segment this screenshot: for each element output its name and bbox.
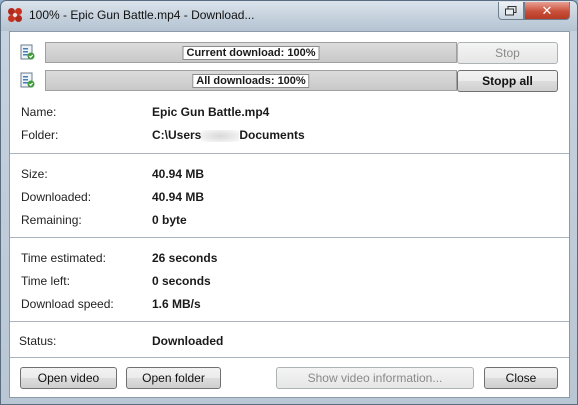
downloaded-label: Downloaded: — [21, 190, 92, 204]
open-folder-button[interactable]: Open folder — [126, 367, 221, 389]
stop-button[interactable]: Stop — [457, 42, 558, 64]
show-video-information-button[interactable]: Show video information... — [276, 367, 474, 389]
time-estimated-value: 26 seconds — [152, 251, 218, 265]
app-logo-icon — [8, 8, 22, 22]
download-speed-label: Download speed: — [21, 297, 114, 311]
current-download-progress: Current download: 100% — [45, 42, 457, 63]
downloaded-value: 40.94 MB — [152, 190, 205, 204]
name-value: Epic Gun Battle.mp4 — [152, 105, 270, 119]
size-value: 40.94 MB — [152, 167, 205, 181]
separator — [10, 237, 569, 238]
stop-all-button[interactable]: Stopp all — [457, 70, 558, 92]
all-downloads-progress: All downloads: 100% — [45, 70, 457, 91]
open-video-button[interactable]: Open video — [20, 367, 117, 389]
restore-window-icon — [505, 5, 517, 15]
folder-path-prefix: C:\Users — [152, 128, 202, 142]
status-label: Status: — [19, 334, 57, 348]
time-estimated-label: Time estimated: — [21, 251, 106, 265]
name-label: Name: — [21, 105, 57, 119]
folder-value: C:\Users Documents — [152, 128, 305, 142]
close-window-button[interactable]: ✕ — [524, 2, 570, 20]
time-left-label: Time left: — [21, 274, 70, 288]
separator — [10, 321, 569, 322]
all-downloads-label: All downloads: 100% — [192, 74, 310, 88]
redacted-username — [201, 129, 240, 142]
size-label: Size: — [21, 167, 48, 181]
download-file-icon — [20, 44, 35, 60]
folder-path-suffix: Documents — [239, 128, 305, 142]
remaining-label: Remaining: — [21, 213, 82, 227]
remaining-value: 0 byte — [152, 213, 187, 227]
download-file-icon — [20, 72, 35, 88]
close-button[interactable]: Close — [484, 367, 558, 389]
separator — [10, 153, 569, 154]
restore-window-button[interactable] — [498, 2, 524, 20]
title-bar[interactable]: 100% - Epic Gun Battle.mp4 - Download...… — [1, 1, 577, 31]
download-window: 100% - Epic Gun Battle.mp4 - Download...… — [0, 0, 578, 405]
close-icon: ✕ — [541, 2, 553, 18]
folder-label: Folder: — [21, 128, 59, 142]
current-download-label: Current download: 100% — [182, 46, 320, 60]
download-panel: Current download: 100% Stop All download… — [9, 31, 570, 398]
separator — [10, 357, 569, 358]
download-speed-value: 1.6 MB/s — [152, 297, 201, 311]
window-title: 100% - Epic Gun Battle.mp4 - Download... — [29, 8, 255, 22]
time-left-value: 0 seconds — [152, 274, 211, 288]
status-value: Downloaded — [152, 334, 224, 348]
